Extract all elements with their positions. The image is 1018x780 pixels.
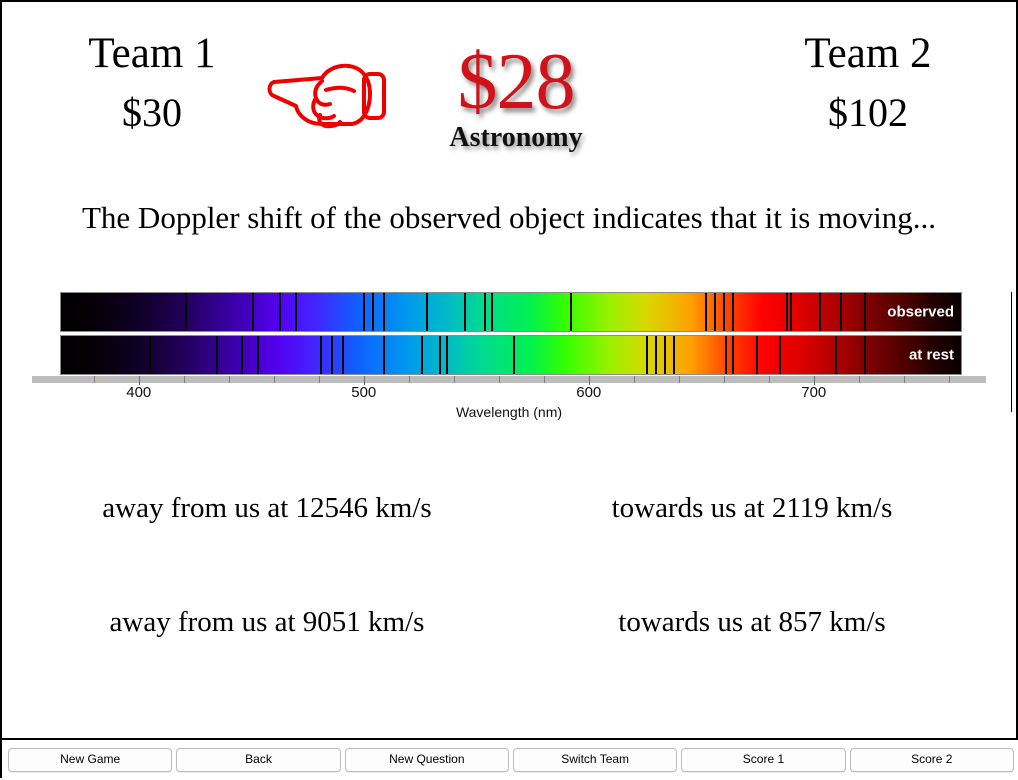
absorption-line	[256, 336, 259, 374]
axis-tick-label: 600	[576, 384, 602, 401]
bottom-toolbar: New Game Back New Question Switch Team S…	[2, 738, 1018, 780]
absorption-line	[319, 336, 322, 374]
score-2-button[interactable]: Score 2	[849, 748, 1014, 772]
absorption-line	[463, 293, 466, 331]
axis-tick-minor	[453, 376, 455, 383]
absorption-line	[421, 336, 423, 374]
absorption-line	[342, 336, 345, 374]
axis-tick-minor	[903, 376, 905, 383]
absorption-line	[785, 293, 788, 331]
answer-option-2[interactable]: towards us at 2119 km/s	[532, 492, 972, 525]
score-1-button[interactable]: Score 1	[681, 748, 846, 772]
team2-panel: Team 2 $102	[748, 32, 988, 133]
axis-title: Wavelength (nm)	[455, 404, 563, 420]
axis-tick-minor	[93, 376, 95, 383]
back-button[interactable]: Back	[176, 748, 341, 772]
absorption-line	[646, 336, 648, 374]
absorption-line	[331, 336, 333, 374]
axis-tick-minor	[273, 376, 275, 383]
pointing-hand-left-icon	[260, 56, 390, 132]
axis-tick-minor	[408, 376, 410, 383]
axis-tick-minor	[723, 376, 725, 383]
spectrum-gradient-rest	[61, 336, 961, 374]
absorption-line	[425, 293, 428, 331]
absorption-line	[724, 336, 727, 374]
axis-tick-minor	[183, 376, 185, 383]
switch-team-button[interactable]: Switch Team	[512, 748, 678, 772]
absorption-line	[490, 293, 493, 331]
wavelength-axis	[32, 376, 986, 383]
axis-tick-label: 500	[351, 384, 377, 401]
team1-name: Team 1	[88, 30, 216, 77]
absorption-line	[445, 336, 448, 374]
absorption-line	[371, 293, 374, 331]
absorption-line	[790, 293, 792, 331]
new-question-button[interactable]: New Question	[344, 748, 509, 772]
observed-label: observed	[887, 303, 954, 321]
answer-option-4[interactable]: towards us at 857 km/s	[532, 606, 972, 639]
absorption-line	[778, 336, 781, 374]
spectrum-figure: observed at rest 400 500 600 700 Wavelength…	[32, 290, 986, 420]
absorption-line	[704, 293, 707, 331]
absorption-line	[655, 336, 657, 374]
axis-tick-minor	[678, 376, 680, 383]
absorption-line	[252, 293, 255, 331]
axis-tick-minor	[543, 376, 545, 383]
absorption-line	[148, 336, 151, 374]
question-text: The Doppler shift of the observed object…	[81, 200, 937, 235]
absorption-line	[756, 336, 759, 374]
rest-label: at rest	[908, 346, 954, 364]
absorption-line	[513, 336, 516, 374]
absorption-line	[439, 336, 441, 374]
absorption-line	[864, 293, 867, 331]
answer-option-1[interactable]: away from us at 12546 km/s	[42, 492, 492, 525]
team1-panel: Team 1 $30	[32, 32, 272, 133]
absorption-line	[241, 336, 243, 374]
absorption-line	[819, 293, 822, 331]
slide-stage: Team 1 $30 Team 2 $102 $28 Astronomy The…	[2, 2, 1016, 738]
team1-score: $30	[122, 90, 182, 135]
absorption-line	[295, 293, 297, 331]
question-value-logo: $28 Astronomy	[426, 42, 606, 162]
axis-tick-label: 700	[801, 384, 827, 401]
game-window: Team 1 $30 Team 2 $102 $28 Astronomy The…	[0, 0, 1018, 780]
axis-tick-minor	[858, 376, 860, 383]
spectrum-rest-row: at rest	[60, 335, 962, 375]
slide-edge-divider	[1011, 292, 1012, 412]
absorption-line	[382, 293, 385, 331]
absorption-line	[839, 293, 842, 331]
question-category: Astronomy	[449, 122, 583, 153]
spectrum-observed-row: observed	[60, 292, 962, 332]
spectrum-gradient-observed	[61, 293, 961, 331]
question-value: $28	[457, 38, 576, 126]
answer-option-3[interactable]: away from us at 9051 km/s	[42, 606, 492, 639]
absorption-line	[279, 293, 282, 331]
absorption-line	[664, 336, 666, 374]
absorption-line	[713, 293, 716, 331]
axis-tick-minor	[948, 376, 950, 383]
absorption-line	[184, 293, 187, 331]
absorption-line	[722, 293, 725, 331]
axis-tick-minor	[498, 376, 500, 383]
axis-tick-minor	[633, 376, 635, 383]
team2-name: Team 2	[804, 30, 932, 77]
absorption-line	[673, 336, 675, 374]
absorption-line	[569, 293, 572, 331]
axis-tick-minor	[228, 376, 230, 383]
absorption-line	[835, 336, 837, 374]
absorption-line	[362, 293, 365, 331]
team2-score: $102	[828, 90, 908, 135]
absorption-line	[216, 336, 219, 374]
axis-tick-label: 400	[126, 384, 152, 401]
axis-tick-minor	[768, 376, 770, 383]
absorption-line	[731, 336, 734, 374]
absorption-line	[731, 293, 734, 331]
absorption-line	[382, 336, 385, 374]
axis-tick-minor	[318, 376, 320, 383]
absorption-line	[864, 336, 867, 374]
new-game-button[interactable]: New Game	[8, 748, 173, 772]
absorption-line	[484, 293, 486, 331]
